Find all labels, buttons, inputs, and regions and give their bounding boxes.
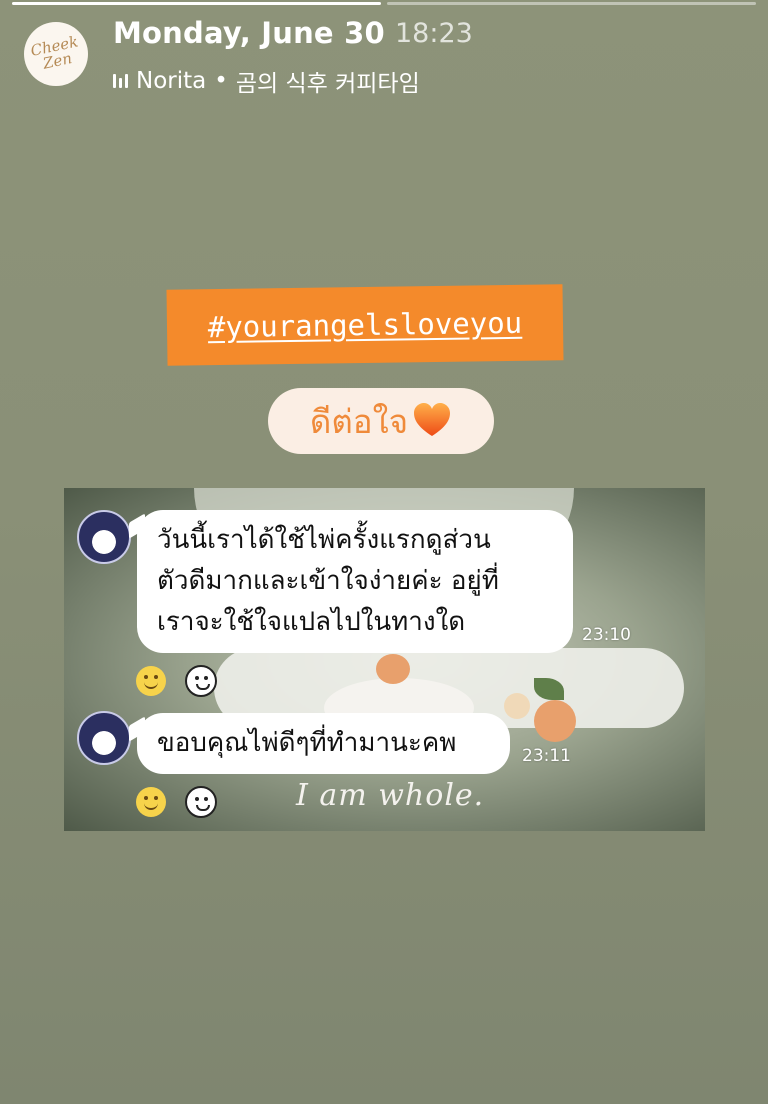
chat-bubble[interactable]: วันนี้เราได้ใช้ไพ่ครั้งแรกดูส่วน ตัวดีมา… bbox=[137, 510, 573, 653]
message-time: 23:10 bbox=[582, 625, 631, 645]
photo-flower bbox=[504, 693, 530, 719]
hashtag-text: #yourangelsloveyou bbox=[207, 305, 523, 345]
message-line: ตัวดีมากและเข้าใจง่ายค่ะ อยู่ที่ bbox=[157, 566, 499, 596]
photo-flower bbox=[534, 700, 576, 742]
story-progress bbox=[12, 2, 756, 5]
caption-text: ดีต่อใจ bbox=[309, 401, 409, 441]
chat-avatar[interactable] bbox=[77, 711, 131, 765]
chat-bubble[interactable]: ขอบคุณไพ่ดีๆที่ทำมานะคพ bbox=[137, 713, 510, 774]
photo-quote: I am whole. bbox=[296, 778, 485, 813]
music-bars-icon bbox=[113, 74, 128, 88]
caption-sticker: ดีต่อใจ bbox=[268, 388, 494, 454]
smiley-reaction-icon[interactable] bbox=[136, 666, 166, 696]
smiley-reaction-icon[interactable] bbox=[136, 787, 166, 817]
orange-heart-icon bbox=[414, 403, 451, 436]
music-song: 곰의 식후 커피타임 bbox=[235, 71, 420, 97]
music-separator: • bbox=[214, 68, 228, 94]
progress-segment bbox=[387, 2, 756, 5]
photo-flower bbox=[376, 654, 410, 684]
message-line: เราจะใช้ใจแปลไปในทางใด bbox=[157, 607, 466, 637]
sticker-reaction-icon[interactable] bbox=[185, 786, 217, 818]
music-label[interactable]: Norita • 곰의 식후 커피타임 bbox=[113, 64, 420, 98]
hashtag-sticker[interactable]: #yourangelsloveyou bbox=[166, 284, 564, 366]
message-time: 23:11 bbox=[522, 746, 571, 766]
message-line: ขอบคุณไพ่ดีๆที่ทำมานะคพ bbox=[157, 728, 457, 758]
chat-avatar[interactable] bbox=[77, 510, 131, 564]
message-line: วันนี้เราได้ใช้ไพ่ครั้งแรกดูส่วน bbox=[157, 525, 491, 555]
sticker-reaction-icon[interactable] bbox=[185, 665, 217, 697]
profile-avatar[interactable]: Cheek Zen bbox=[24, 22, 88, 86]
progress-segment bbox=[12, 2, 381, 5]
story-date: Monday, June 30 bbox=[113, 16, 385, 50]
profile-logo: Cheek Zen bbox=[28, 32, 80, 73]
story-time: 18:23 bbox=[395, 18, 473, 49]
music-artist: Norita bbox=[136, 68, 207, 94]
